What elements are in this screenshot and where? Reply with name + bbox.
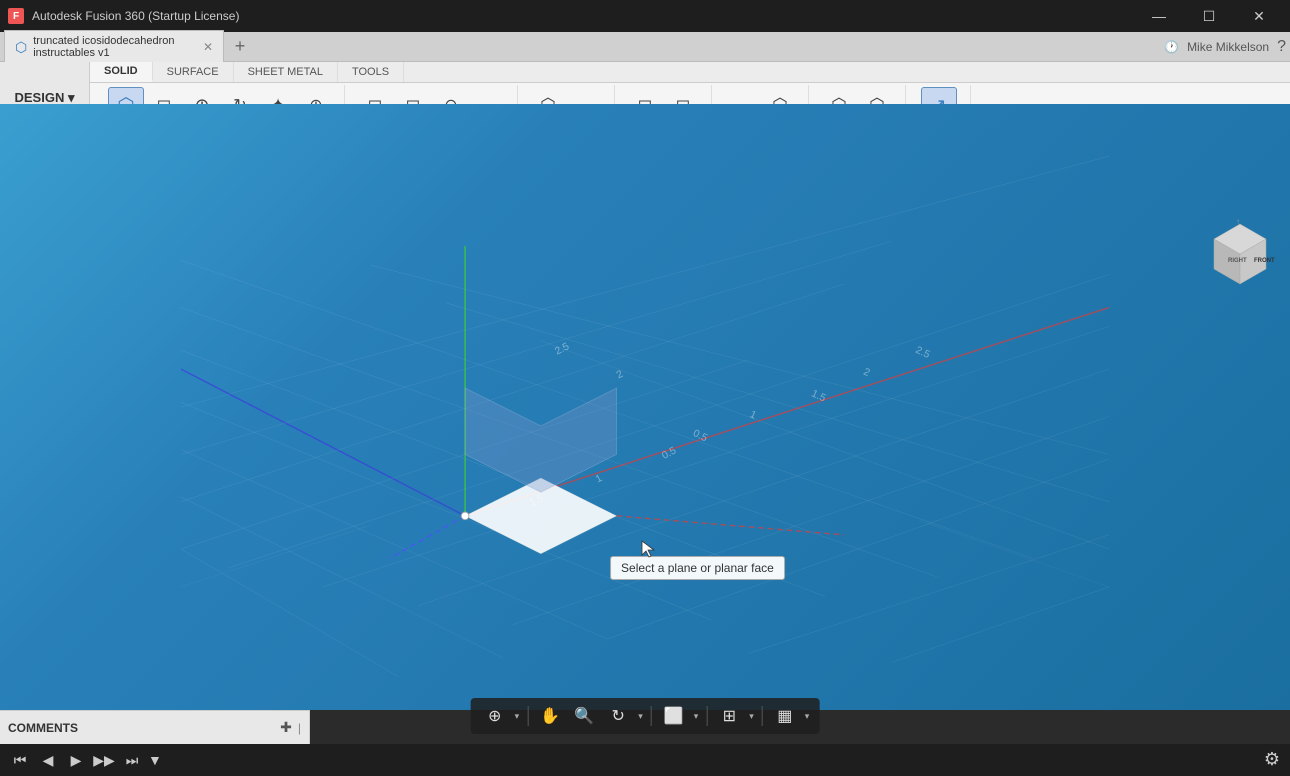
comments-divider: |: [298, 721, 301, 735]
svg-text:2.5: 2.5: [914, 345, 932, 361]
app-logo: F: [8, 8, 24, 24]
history-icon[interactable]: 🕐: [1164, 40, 1179, 54]
maximize-button[interactable]: ☐: [1186, 0, 1232, 32]
viewport-toolbar: ⊕ ▾ ✋ 🔍 ↻ ▾ ⬜ ▾ ⊞ ▾ ▦ ▾: [471, 698, 820, 734]
zoom-button[interactable]: 🔍: [570, 702, 598, 730]
toolbar-tabs: SOLID SURFACE SHEET METAL TOOLS: [90, 62, 1290, 83]
vp-divider-1: [527, 706, 528, 726]
svg-text:1.5: 1.5: [809, 388, 827, 404]
vp-divider-2: [651, 706, 652, 726]
svg-text:2: 2: [615, 369, 625, 382]
filter-icon[interactable]: ▼: [148, 752, 162, 768]
pan-button[interactable]: ✋: [536, 702, 564, 730]
titlebar-left: F Autodesk Fusion 360 (Startup License): [8, 8, 239, 24]
comments-panel: COMMENTS ✚ |: [0, 710, 310, 744]
vp-divider-4: [762, 706, 763, 726]
help-icon[interactable]: ?: [1277, 38, 1286, 56]
viewport[interactable]: 0.5 1 1.5 0.5 1 1.5 2 2.5 2 2.5 Select a…: [0, 104, 1290, 710]
svg-text:1: 1: [594, 473, 604, 486]
grid-dropdown-arrow: ▾: [749, 711, 754, 722]
tab-tools[interactable]: TOOLS: [338, 62, 404, 82]
bottom-bar: ⏮ ◀ ▶ ▶▶ ⏭ ▼ ⚙: [0, 744, 1290, 776]
tab-sheet-metal[interactable]: SHEET METAL: [234, 62, 338, 82]
file-tab[interactable]: ⬡ truncated icosidodecahedron instructab…: [4, 30, 224, 63]
svg-text:FRONT: FRONT: [1254, 258, 1275, 264]
vp-divider-3: [706, 706, 707, 726]
display-settings-button[interactable]: ⊕: [481, 702, 509, 730]
view-cube[interactable]: FRONT RIGHT ↑: [1200, 214, 1280, 294]
add-comment-button[interactable]: ✚: [280, 719, 292, 736]
svg-text:RIGHT: RIGHT: [1228, 258, 1247, 264]
display-dropdown-arrow: ▾: [515, 711, 520, 722]
tab-bar: ⬡ truncated icosidodecahedron instructab…: [0, 32, 1290, 62]
tab-close-button[interactable]: ✕: [203, 40, 213, 54]
viewport-grid: 0.5 1 1.5 0.5 1 1.5 2 2.5 2 2.5: [0, 104, 1290, 710]
playback-controls: ⏮ ◀ ▶ ▶▶ ⏭ ▼: [8, 748, 162, 772]
add-tab-button[interactable]: +: [228, 35, 252, 59]
go-to-end-button[interactable]: ⏭: [120, 748, 144, 772]
tab-surface[interactable]: SURFACE: [153, 62, 234, 82]
svg-text:2: 2: [862, 367, 872, 380]
snap-dropdown-arrow: ▾: [805, 711, 810, 722]
step-back-button[interactable]: ◀: [36, 748, 60, 772]
orbit-button[interactable]: ↻: [604, 702, 632, 730]
svg-text:↑: ↑: [1236, 217, 1240, 226]
go-to-start-button[interactable]: ⏮: [8, 748, 32, 772]
titlebar: F Autodesk Fusion 360 (Startup License) …: [0, 0, 1290, 32]
minimize-button[interactable]: —: [1136, 0, 1182, 32]
titlebar-title: Autodesk Fusion 360 (Startup License): [32, 9, 239, 23]
titlebar-controls[interactable]: — ☐ ✕: [1136, 0, 1282, 32]
view-dropdown-arrow: ▾: [694, 711, 699, 722]
orbit-dropdown-arrow: ▾: [638, 711, 643, 722]
comments-label: COMMENTS: [8, 721, 274, 735]
tab-solid[interactable]: SOLID: [90, 62, 153, 82]
view-cube-button[interactable]: ⬜: [660, 702, 688, 730]
svg-text:2.5: 2.5: [553, 341, 571, 357]
settings-icon[interactable]: ⚙: [1264, 749, 1280, 770]
tab-label: truncated icosidodecahedron instructable…: [33, 35, 191, 59]
user-name: Mike Mikkelson: [1187, 40, 1269, 54]
snap-button[interactable]: ▦: [771, 702, 799, 730]
close-button[interactable]: ✕: [1236, 0, 1282, 32]
grid-button[interactable]: ⊞: [715, 702, 743, 730]
play-button[interactable]: ▶: [64, 748, 88, 772]
step-forward-button[interactable]: ▶▶: [92, 748, 116, 772]
tab-icon: ⬡: [15, 39, 27, 56]
